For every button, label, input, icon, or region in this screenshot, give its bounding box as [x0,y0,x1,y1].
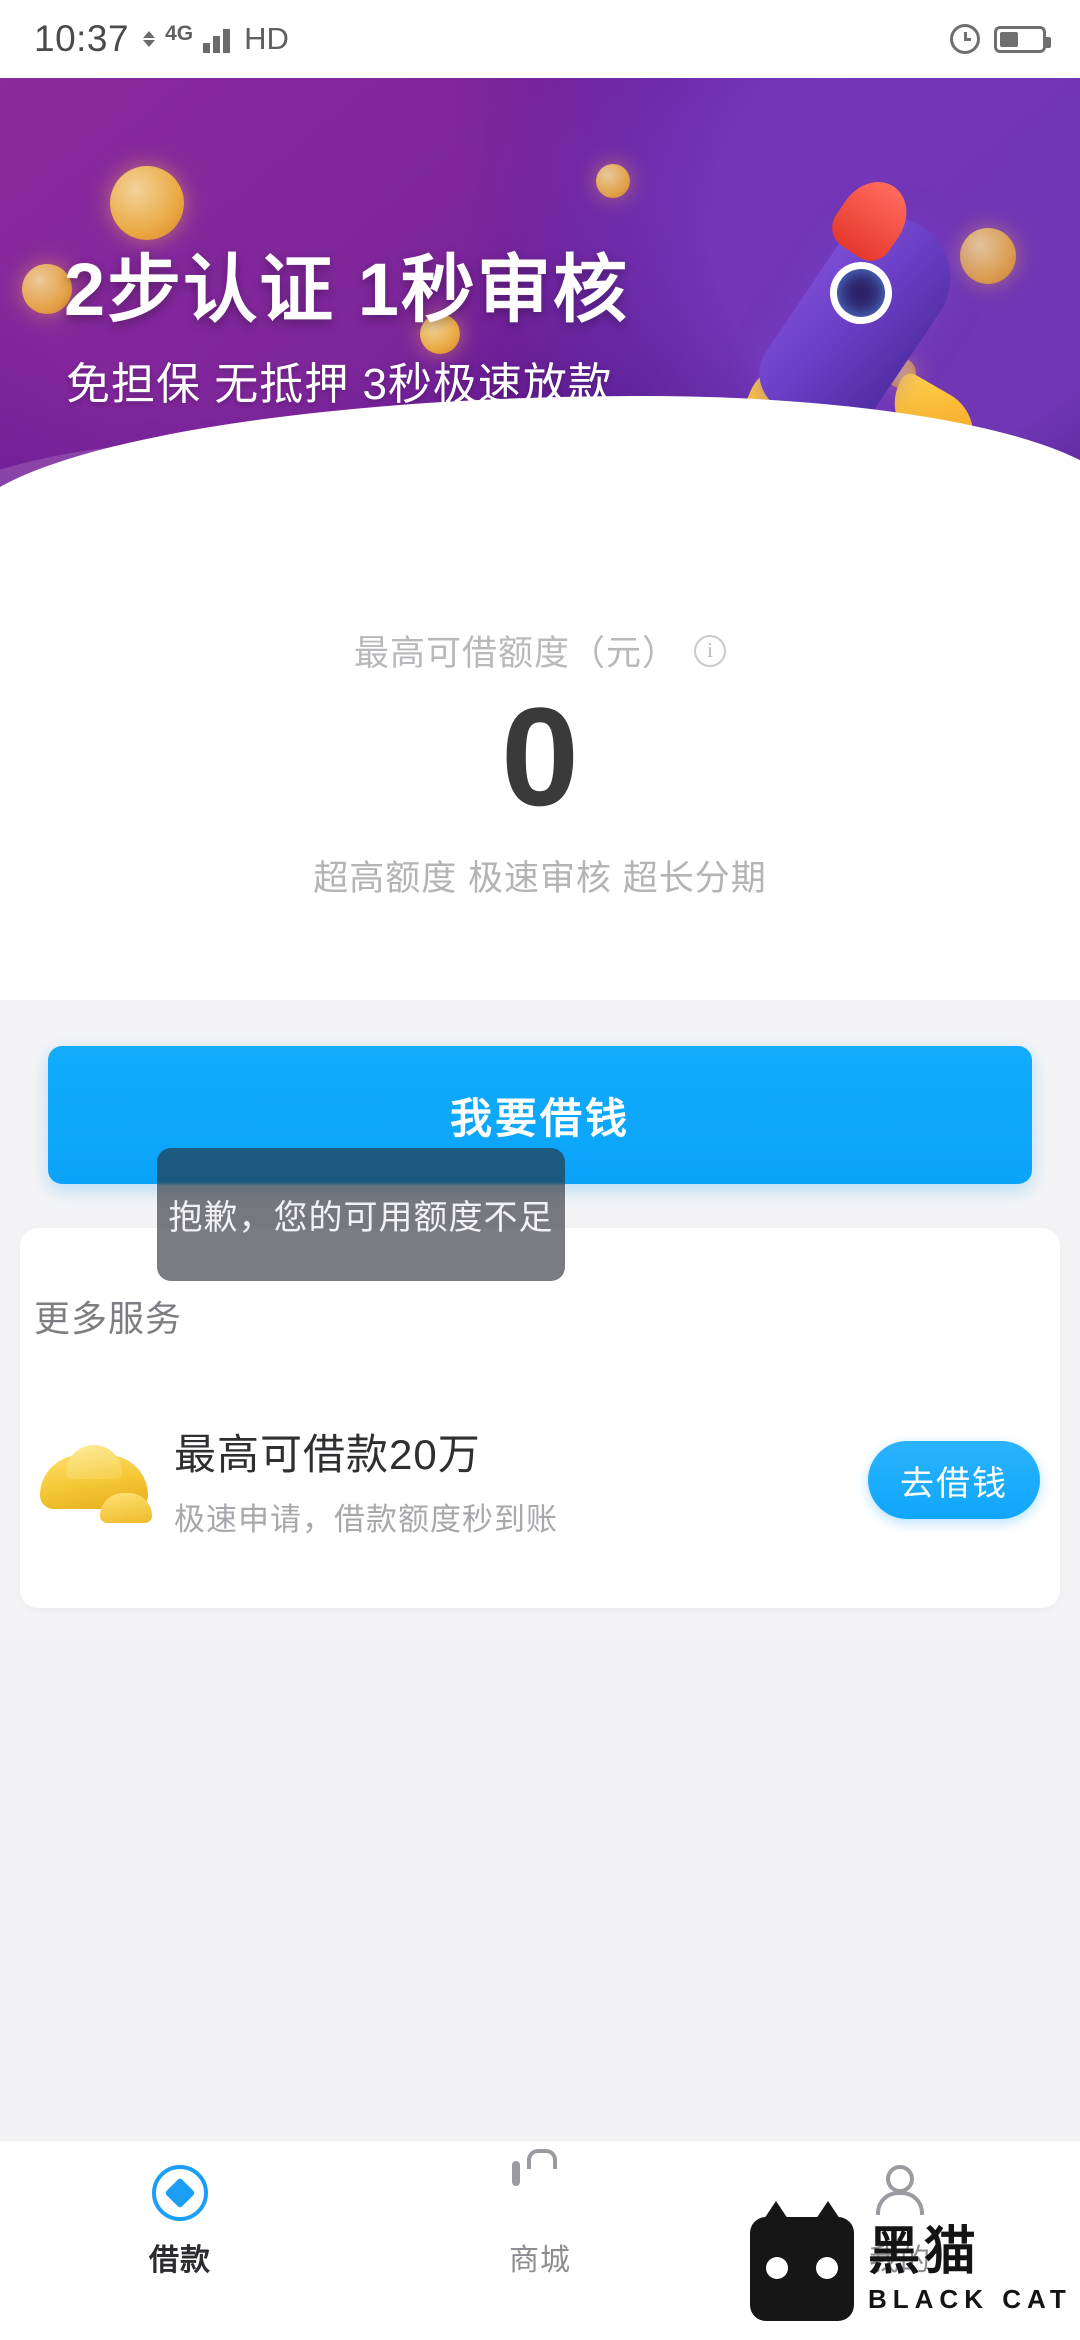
promo-banner[interactable]: 2步认证 1秒审核 免担保 无抵押 3秒极速放款 立即提现 [0,78,1080,530]
credit-limit-section: 最高可借额度（元） i 0 超高额度 极速审核 超长分期 [0,530,1080,1000]
black-cat-logo [750,2201,854,2321]
service-item-desc: 极速申请，借款额度秒到账 [174,1502,558,1537]
hd-label: HD [244,21,289,56]
diamond-icon [152,2165,208,2221]
status-bar: 10:37 4G HD [0,0,1080,78]
banner-headline: 2步认证 1秒审核 [64,248,629,331]
service-item-title: 最高可借款20万 [174,1431,481,1478]
go-borrow-button[interactable]: 去借钱 [868,1441,1040,1519]
network-type-label: 4G [165,21,194,45]
watermark-cn: 黑猫 [868,2223,981,2281]
toast-message: 抱歉，您的可用额度不足 [157,1148,565,1281]
watermark-en: BLACK CAT [868,2284,1072,2314]
status-time: 10:37 [34,18,130,59]
battery-icon [994,25,1051,53]
credit-limit-label: 最高可借额度（元） [353,634,678,673]
status-bar-left: 10:37 4G HD [34,18,289,60]
alarm-clock-icon [950,24,980,54]
data-transfer-icon [143,31,156,47]
watermark-text: 黑猫 BLACK CAT [868,2226,1072,2312]
service-list-item[interactable]: 最高可借款20万 极速申请，借款额度秒到账 去借钱 [0,1400,1080,1560]
coin-icon [596,164,630,198]
status-bar-right [950,24,1051,54]
service-item-texts: 最高可借款20万 极速申请，借款额度秒到账 [174,1421,868,1539]
signal-bars-icon [203,25,231,53]
tab-mall-label: 商城 [509,2244,571,2277]
watermark: 黑猫 BLACK CAT [750,2201,1080,2334]
info-icon[interactable]: i [694,634,726,667]
tab-loan-label: 借款 [149,2244,211,2277]
coin-icon [110,166,184,240]
promo-footer-section: 来分期 让你的信用更值钱 息费透明 还款灵活 安全保障 我的客服 [0,1640,1080,2200]
credit-limit-label-row: 最高可借额度（元） i [0,625,1080,676]
banner-wave [0,396,1080,530]
credit-limit-tagline: 超高额度 极速审核 超长分期 [313,859,767,898]
gold-ingot-icon [40,1437,152,1523]
credit-limit-amount: 0 [501,678,579,835]
more-services-title: 更多服务 [34,1298,183,1339]
app-screen: 10:37 4G HD 2步认证 1秒审核 免担保 无抵押 3秒极速放款 最高可… [0,0,1080,2340]
tab-loan[interactable]: 借款 [0,2165,360,2279]
shopping-bag-icon [512,2161,568,2221]
tab-mall[interactable]: 商城 [360,2161,720,2279]
